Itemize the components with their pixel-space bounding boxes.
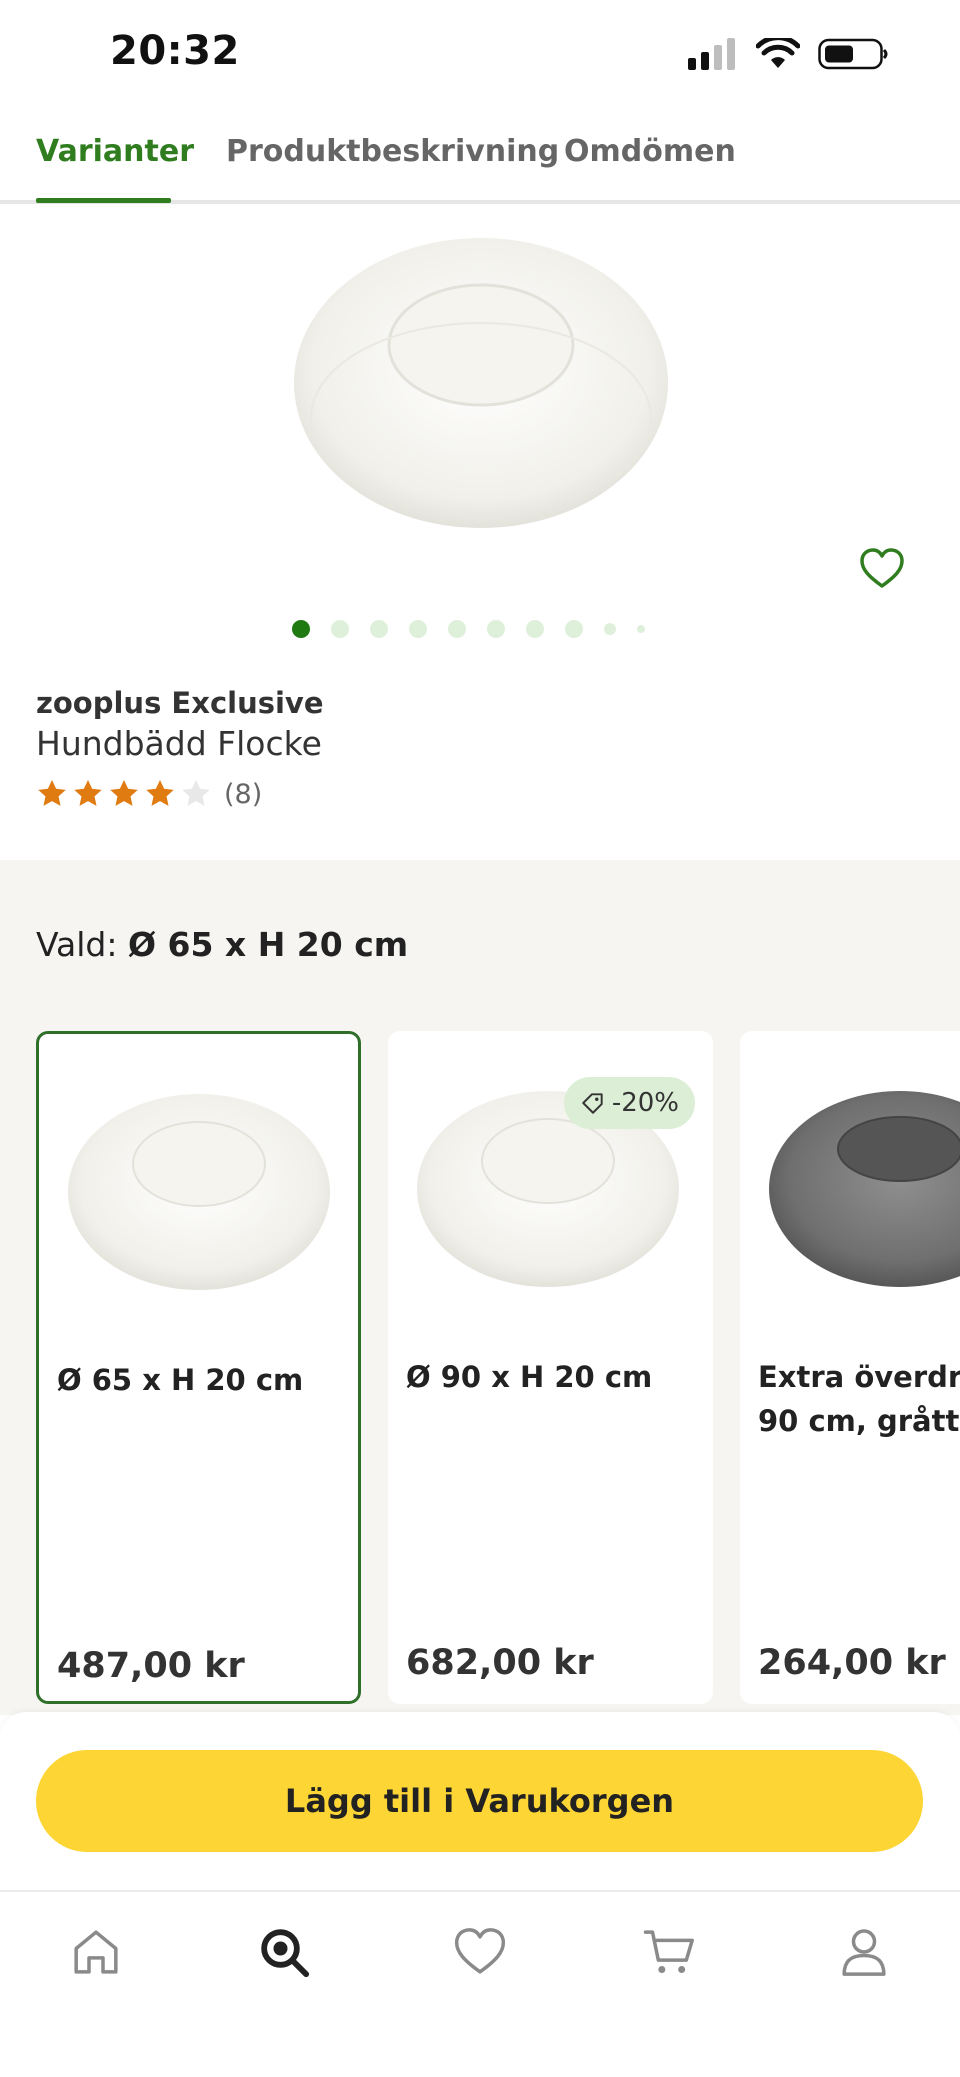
discount-value: -20% bbox=[611, 1088, 679, 1118]
nav-profile[interactable] bbox=[832, 1920, 896, 1984]
tag-icon bbox=[582, 1093, 603, 1114]
product-brand[interactable]: zooplus Exclusive bbox=[36, 686, 324, 720]
tab-varianter[interactable]: Varianter bbox=[36, 134, 194, 169]
favorite-heart-icon[interactable] bbox=[858, 545, 906, 593]
variant-title: Ø 65 x H 20 cm bbox=[57, 1363, 304, 1397]
status-icons bbox=[688, 38, 890, 70]
variant-image bbox=[68, 1094, 330, 1290]
product-tabs: Varianter Produktbeskrivning Omdömen bbox=[0, 118, 960, 204]
carousel-dot[interactable] bbox=[331, 620, 349, 638]
star-icon bbox=[146, 780, 174, 806]
review-count: (8) bbox=[224, 778, 263, 810]
carousel-dot[interactable] bbox=[604, 623, 616, 635]
wifi-icon bbox=[756, 38, 800, 68]
star-icon bbox=[110, 780, 138, 806]
star-icon bbox=[38, 780, 66, 806]
variant-card[interactable]: Ø 65 x H 20 cm 487,00 kr bbox=[36, 1031, 361, 1704]
selected-prefix: Vald: bbox=[36, 925, 118, 964]
selected-variant-value: Ø 65 x H 20 cm bbox=[127, 925, 409, 964]
add-to-cart-button[interactable]: Lägg till i Varukorgen bbox=[36, 1750, 923, 1852]
home-icon bbox=[74, 1930, 118, 1974]
product-image-carousel[interactable] bbox=[0, 205, 960, 645]
carousel-dot[interactable] bbox=[526, 620, 544, 638]
carousel-dot[interactable] bbox=[487, 620, 505, 638]
carousel-dot[interactable] bbox=[565, 620, 583, 638]
active-tab-indicator bbox=[36, 198, 171, 203]
variant-title: Extra överdrag 90 cm, grått bbox=[758, 1360, 960, 1438]
heart-icon bbox=[454, 1928, 506, 1974]
variant-price: 264,00 kr bbox=[758, 1643, 946, 1683]
nav-home[interactable] bbox=[64, 1920, 128, 1984]
product-rating[interactable]: (8) bbox=[36, 778, 262, 810]
carousel-dot[interactable] bbox=[370, 620, 388, 638]
variant-card[interactable]: Extra överdrag 90 cm, grått 264,00 kr bbox=[740, 1031, 960, 1704]
carousel-dot[interactable] bbox=[409, 620, 427, 638]
carousel-dot[interactable] bbox=[637, 625, 645, 633]
variant-section: Vald: Ø 65 x H 20 cm Ø 65 x H 20 cm 487,… bbox=[0, 860, 960, 1715]
variant-card[interactable]: -20% Ø 90 x H 20 cm 682,00 kr bbox=[388, 1031, 713, 1704]
variant-title: Ø 90 x H 20 cm bbox=[406, 1360, 653, 1394]
nav-cart[interactable] bbox=[638, 1920, 702, 1984]
product-image bbox=[294, 238, 668, 528]
star-icon bbox=[74, 780, 102, 806]
signal-icon bbox=[688, 38, 735, 70]
rating-stars bbox=[36, 778, 212, 810]
bottom-navigation bbox=[0, 1890, 960, 2077]
cart-icon bbox=[643, 1930, 694, 1973]
carousel-dot[interactable] bbox=[448, 620, 466, 638]
battery-icon bbox=[818, 38, 888, 70]
add-to-cart-bar: Lägg till i Varukorgen bbox=[0, 1712, 960, 1890]
carousel-pagination bbox=[292, 620, 645, 638]
tab-omdomen[interactable]: Omdömen bbox=[564, 134, 736, 169]
variant-price: 487,00 kr bbox=[57, 1646, 245, 1686]
variant-price: 682,00 kr bbox=[406, 1643, 594, 1683]
status-bar: 20:32 bbox=[0, 0, 960, 110]
profile-icon bbox=[842, 1929, 886, 1976]
star-empty-icon bbox=[182, 780, 210, 806]
discount-badge: -20% bbox=[563, 1077, 695, 1129]
nav-search[interactable] bbox=[252, 1920, 316, 1984]
variant-image bbox=[769, 1091, 960, 1287]
tab-produktbeskrivning[interactable]: Produktbeskrivning bbox=[226, 134, 559, 169]
nav-favorites[interactable] bbox=[448, 1920, 512, 1984]
product-name: Hundbädd Flocke bbox=[36, 724, 322, 763]
search-icon bbox=[261, 1929, 310, 1978]
status-time: 20:32 bbox=[110, 28, 240, 74]
carousel-dot[interactable] bbox=[292, 620, 310, 638]
selected-variant-label: Vald: Ø 65 x H 20 cm bbox=[36, 925, 408, 964]
